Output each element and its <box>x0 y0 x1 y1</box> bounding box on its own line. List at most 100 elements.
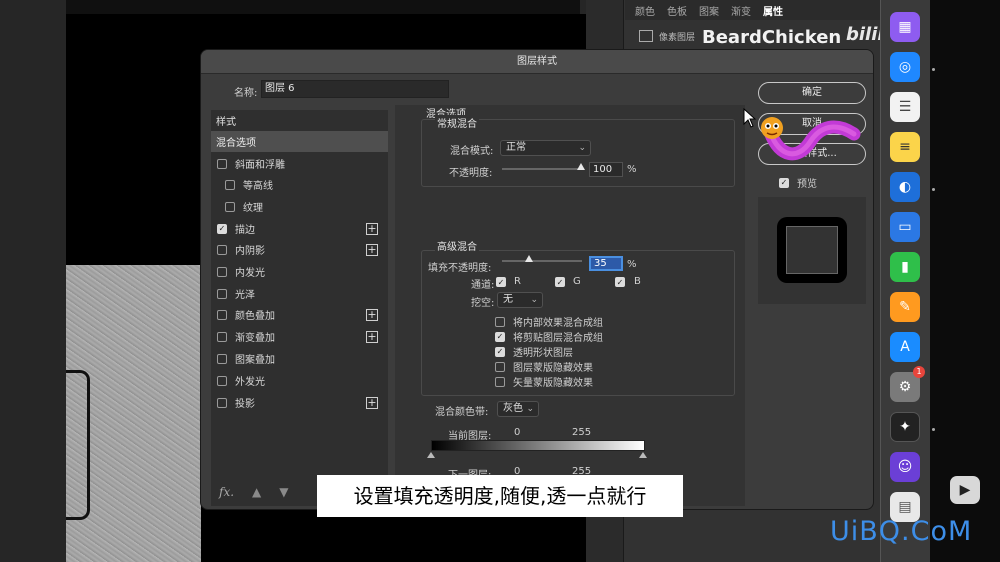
keynote-icon[interactable]: ▭ <box>890 212 920 242</box>
blend-if-value: 灰色 <box>503 403 523 414</box>
checkbox[interactable] <box>217 244 227 255</box>
checkbox[interactable] <box>217 158 227 169</box>
style-inner-glow[interactable]: 内发光 <box>211 261 388 282</box>
site-watermark: UiBQ.CoM <box>830 516 973 547</box>
checkbox[interactable] <box>495 361 505 372</box>
channel-b-checkbox[interactable]: ✓ <box>615 277 625 287</box>
tab-swatches[interactable]: 色板 <box>667 3 687 18</box>
checkbox[interactable] <box>217 288 227 299</box>
style-stroke[interactable]: ✓ 描边 + <box>211 218 388 239</box>
checkbox[interactable] <box>217 375 227 386</box>
checkbox[interactable] <box>225 179 235 190</box>
canvas-top-edge <box>66 0 580 14</box>
style-blending-options[interactable]: 混合选项 <box>211 131 388 152</box>
reminders-icon[interactable]: ☰ <box>890 92 920 122</box>
blend-if-label: 混合颜色带: <box>435 407 489 418</box>
add-plus-icon[interactable]: + <box>366 222 378 235</box>
safari-icon[interactable]: ◎ <box>890 52 920 82</box>
option-blend-clipped[interactable]: ✓ 将剪贴图层混合成组 <box>495 329 603 344</box>
style-color-overlay[interactable]: 颜色叠加 + <box>211 304 388 325</box>
tab-properties[interactable]: 属性 <box>763 3 783 18</box>
tab-patterns[interactable]: 图案 <box>699 3 719 18</box>
this-layer-black-slider[interactable] <box>427 452 435 458</box>
option-layer-mask-hides[interactable]: 图层蒙版隐藏效果 <box>495 359 593 374</box>
app-store-icon[interactable]: A <box>890 332 920 362</box>
checkbox[interactable] <box>217 353 227 364</box>
blend-mode-select[interactable]: 正常 ⌄ <box>500 140 591 156</box>
notes-icon[interactable]: ≡ <box>890 132 920 162</box>
notification-badge: 1 <box>913 366 925 378</box>
tab-gradients[interactable]: 渐变 <box>731 3 751 18</box>
move-up-icon[interactable]: ▲ <box>252 485 261 499</box>
name-field[interactable]: 图层 6 <box>261 80 449 98</box>
checkbox[interactable] <box>217 331 227 342</box>
style-inner-shadow[interactable]: 内阴影 + <box>211 239 388 260</box>
style-gradient-overlay[interactable]: 渐变叠加 + <box>211 326 388 347</box>
style-drop-shadow[interactable]: 投影 + <box>211 392 388 413</box>
checkbox[interactable] <box>217 266 227 277</box>
option-vector-mask-hides[interactable]: 矢量蒙版隐藏效果 <box>495 374 593 389</box>
add-plus-icon[interactable]: + <box>366 308 378 321</box>
style-list: 样式 混合选项 斜面和浮雕 等高线 纹理 ✓ 描边 + 内阴影 + 内发光 光泽… <box>211 110 388 506</box>
move-down-icon[interactable]: ▼ <box>279 485 288 499</box>
tab-color[interactable]: 颜色 <box>635 3 655 18</box>
fill-opacity-slider-track[interactable] <box>502 260 582 262</box>
checkbox-checked[interactable]: ✓ <box>495 331 505 342</box>
opacity-slider-track[interactable] <box>502 168 584 170</box>
style-bevel-emboss[interactable]: 斜面和浮雕 <box>211 153 388 174</box>
numbers-icon[interactable]: ▮ <box>890 252 920 282</box>
style-label: 描边 <box>235 225 255 236</box>
opacity-input[interactable]: 100 <box>589 162 623 177</box>
style-pattern-overlay[interactable]: 图案叠加 <box>211 348 388 369</box>
this-layer-gradient-bar[interactable] <box>431 440 645 451</box>
checkbox[interactable] <box>495 316 505 327</box>
preview-checkbox[interactable]: ✓ <box>779 177 789 188</box>
general-blending-title: 常规混合 <box>435 115 479 130</box>
add-plus-icon[interactable]: + <box>366 243 378 256</box>
canvas-letter-shape <box>66 370 90 520</box>
add-plus-icon[interactable]: + <box>366 330 378 343</box>
style-contour[interactable]: 等高线 <box>211 174 388 195</box>
knockout-select[interactable]: 无 ⌄ <box>497 292 543 308</box>
option-label: 矢量蒙版隐藏效果 <box>513 378 593 389</box>
fill-opacity-input[interactable]: 35 <box>589 256 623 271</box>
checkbox-checked[interactable]: ✓ <box>495 346 505 357</box>
style-texture[interactable]: 纹理 <box>211 196 388 217</box>
checkbox[interactable] <box>495 376 505 387</box>
checkbox-checked[interactable]: ✓ <box>217 223 227 234</box>
fill-opacity-label: 填充不透明度: <box>428 263 492 274</box>
channel-g-checkbox[interactable]: ✓ <box>555 277 565 287</box>
opacity-slider-thumb[interactable] <box>577 163 585 170</box>
checkbox[interactable] <box>217 397 227 408</box>
this-layer-white-slider[interactable] <box>639 452 647 458</box>
dock-running-dot <box>932 188 935 191</box>
graphics-app-icon[interactable]: ✦ <box>890 412 920 442</box>
checkbox[interactable] <box>217 309 227 320</box>
option-label: 将剪贴图层混合成组 <box>513 333 603 344</box>
dock-running-dot <box>932 428 935 431</box>
dialog-title: 图层样式 <box>201 50 873 74</box>
pages-icon[interactable]: ✎ <box>890 292 920 322</box>
checkbox[interactable] <box>225 201 235 212</box>
video-player-icon[interactable]: ▶ <box>950 476 980 504</box>
fx-icon[interactable]: fx. <box>219 485 234 499</box>
styles-header[interactable]: 样式 <box>211 110 388 131</box>
preview-toggle[interactable]: ✓ 预览 <box>779 175 817 190</box>
add-plus-icon[interactable]: + <box>366 396 378 409</box>
option-label: 图层蒙版隐藏效果 <box>513 363 593 374</box>
option-transparency-shapes[interactable]: ✓ 透明形状图层 <box>495 344 573 359</box>
style-label: 投影 <box>235 399 255 410</box>
option-blend-interior[interactable]: 将内部效果混合成组 <box>495 314 603 329</box>
style-satin[interactable]: 光泽 <box>211 283 388 304</box>
internet-app-icon[interactable]: ◐ <box>890 172 920 202</box>
fill-opacity-slider-thumb[interactable] <box>525 255 533 262</box>
bilibili-app-icon[interactable]: ☺ <box>890 452 920 482</box>
style-label: 斜面和浮雕 <box>235 160 285 171</box>
style-label: 等高线 <box>243 181 273 192</box>
launchpad-icon[interactable]: ▦ <box>890 12 920 42</box>
blend-if-select[interactable]: 灰色 ⌄ <box>497 401 539 417</box>
ok-button[interactable]: 确定 <box>758 82 866 104</box>
channel-r-checkbox[interactable]: ✓ <box>496 277 506 287</box>
style-outer-glow[interactable]: 外发光 <box>211 370 388 391</box>
style-label: 光泽 <box>235 290 255 301</box>
